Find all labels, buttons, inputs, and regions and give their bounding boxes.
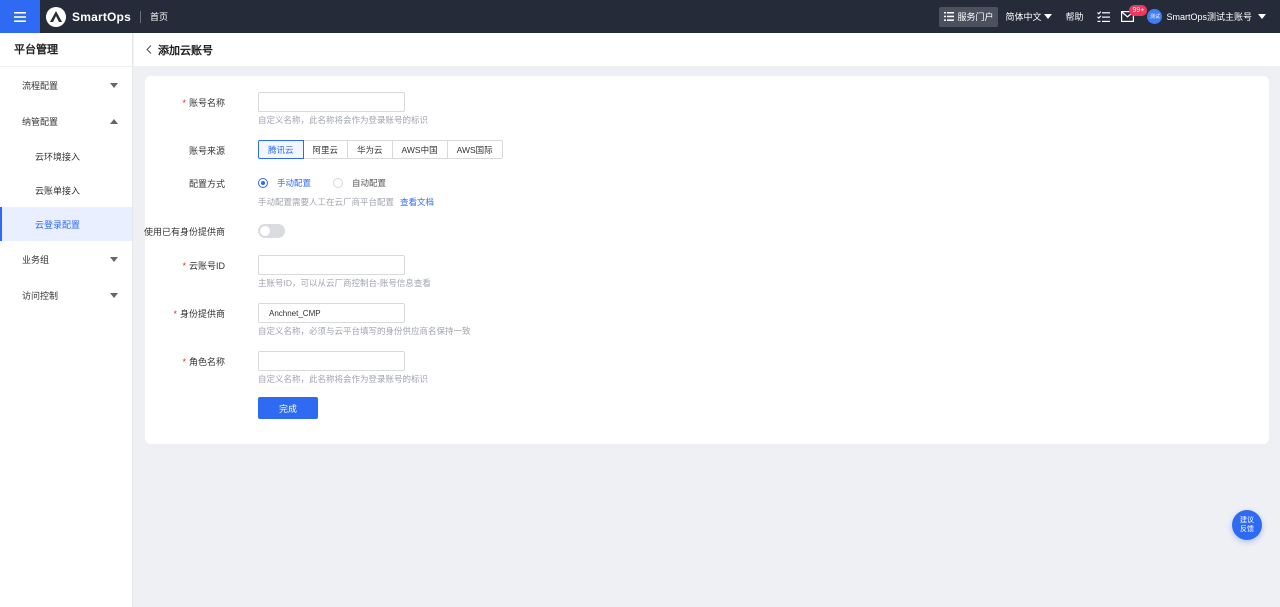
- divider: [139, 10, 141, 23]
- brand-name: SmartOps: [72, 9, 131, 24]
- chevron-down-icon: [110, 256, 118, 262]
- sidebar-group-label: 访问控制: [22, 290, 59, 301]
- task-list-button[interactable]: [1097, 10, 1111, 23]
- account-source-label: 账号来源: [188, 146, 225, 156]
- brand-logo[interactable]: SmartOps: [46, 6, 131, 27]
- menu-toggle-button[interactable]: [0, 0, 40, 33]
- required-marker: *: [173, 309, 177, 319]
- chevron-left-icon: [146, 45, 152, 54]
- caret-down-icon: [1044, 14, 1053, 19]
- view-docs-link[interactable]: 查看文档: [400, 197, 434, 207]
- smartops-logo-icon: [46, 6, 66, 27]
- checklist-icon: [1097, 10, 1111, 22]
- role-name-label: * 角色名称: [182, 357, 225, 367]
- account-source-segmented: 腾讯云 阿里云 华为云 AWS中国 AWS国际: [258, 140, 503, 159]
- source-option-aliyun[interactable]: 阿里云: [302, 140, 349, 159]
- sidebar-group-label: 业务组: [22, 254, 50, 265]
- language-selector[interactable]: 简体中文: [1005, 10, 1053, 23]
- page-title: 添加云账号: [158, 44, 213, 57]
- form-card: * 账号名称 自定义名称，此名称将会作为登录账号的标识 账号来源 腾讯云 阿里云 …: [143, 76, 1269, 444]
- sidebar-group-business-group[interactable]: 业务组: [0, 241, 132, 277]
- account-name-label: * 账号名称: [182, 98, 225, 108]
- source-option-tencent[interactable]: 腾讯云: [258, 140, 304, 159]
- user-menu[interactable]: 测试 SmartOps测试主账号: [1147, 9, 1266, 24]
- sidebar-item-cloud-login-config[interactable]: 云登录配置: [0, 207, 132, 241]
- identity-provider-hint: 自定义名称，必须与云平台填写的身份供应商名保持一致: [258, 326, 471, 336]
- radio-label: 手动配置: [277, 178, 312, 188]
- account-name-hint: 自定义名称，此名称将会作为登录账号的标识: [258, 115, 429, 125]
- sidebar-item-cloud-billing-access[interactable]: 云账单接入: [0, 173, 132, 207]
- config-method-hint: 手动配置需要人工在云厂商平台配置 查看文档: [258, 197, 435, 207]
- finish-button[interactable]: 完成: [258, 397, 318, 419]
- required-marker: *: [182, 98, 186, 108]
- home-link[interactable]: 首页: [150, 10, 168, 23]
- use-existing-idp-label: 使用已有身份提供商: [143, 227, 225, 237]
- required-marker: *: [182, 357, 186, 367]
- back-button[interactable]: [146, 45, 152, 54]
- unread-count-badge: 99+: [1129, 5, 1148, 16]
- service-portal-label: 服务门户: [957, 12, 994, 22]
- config-method-label: 配置方式: [188, 179, 225, 189]
- sidebar-item-label: 云账单接入: [35, 185, 81, 196]
- radio-label: 自动配置: [352, 178, 387, 188]
- avatar: 测试: [1147, 9, 1163, 24]
- sidebar-item-cloud-env-access[interactable]: 云环境接入: [0, 139, 132, 173]
- feedback-label: 建议 反馈: [1240, 517, 1254, 533]
- sidebar-group-access-control[interactable]: 访问控制: [0, 277, 132, 313]
- radio-manual-config[interactable]: 手动配置: [258, 177, 311, 189]
- sidebar-title: 平台管理: [0, 33, 132, 67]
- role-name-hint: 自定义名称，此名称将会作为登录账号的标识: [258, 374, 429, 384]
- page-header: 添加云账号: [134, 33, 1280, 66]
- identity-provider-label: * 身份提供商: [173, 309, 225, 319]
- language-label: 简体中文: [1005, 12, 1042, 22]
- sidebar-group-label: 纳管配置: [22, 116, 59, 127]
- radio-auto-config[interactable]: 自动配置: [333, 177, 386, 189]
- messages-button[interactable]: 99+: [1121, 5, 1148, 22]
- chevron-down-icon: [110, 292, 118, 298]
- sidebar-item-label: 云环境接入: [35, 151, 81, 162]
- user-name: SmartOps测试主账号: [1166, 12, 1252, 22]
- chevron-down-icon: [110, 82, 118, 88]
- role-name-input[interactable]: [258, 351, 405, 371]
- service-portal-button[interactable]: 服务门户: [939, 6, 999, 27]
- required-marker: *: [182, 261, 186, 271]
- toggle-knob: [260, 226, 270, 236]
- source-option-aws-china[interactable]: AWS中国: [391, 140, 448, 159]
- use-existing-idp-toggle[interactable]: [258, 224, 285, 238]
- sidebar-item-label: 云登录配置: [35, 219, 81, 230]
- chevron-up-icon: [110, 118, 118, 124]
- feedback-float-button[interactable]: 建议 反馈: [1232, 510, 1262, 540]
- hamburger-menu-icon: [14, 11, 26, 22]
- caret-down-icon: [1258, 14, 1266, 19]
- account-name-input[interactable]: [258, 92, 405, 112]
- cloud-account-id-hint: 主账号ID，可以从云厂商控制台-账号信息查看: [258, 278, 431, 288]
- config-method-radio-group: 手动配置 自动配置: [258, 177, 408, 189]
- sidebar: 平台管理 流程配置 纳管配置 云环境接入 云账单接入 云登录配置 业务组 访问控…: [0, 33, 133, 607]
- sidebar-group-process-config[interactable]: 流程配置: [0, 67, 132, 103]
- top-navigation-bar: SmartOps 首页 服务门户 简体中文 帮助 99+ 测试 SmartOps…: [0, 0, 1280, 33]
- source-option-aws-global[interactable]: AWS国际: [446, 140, 503, 159]
- cloud-account-id-input[interactable]: [258, 255, 405, 275]
- source-option-huawei[interactable]: 华为云: [347, 140, 393, 159]
- list-icon: [944, 12, 955, 21]
- identity-provider-input[interactable]: [258, 303, 405, 323]
- cloud-account-id-label: * 云账号ID: [182, 261, 225, 271]
- sidebar-group-managed-config[interactable]: 纳管配置: [0, 103, 132, 139]
- sidebar-group-label: 流程配置: [22, 80, 59, 91]
- radio-checked-icon: [258, 178, 268, 188]
- radio-unchecked-icon: [333, 178, 344, 188]
- help-link[interactable]: 帮助: [1065, 10, 1083, 23]
- top-right-toolbar: 服务门户 简体中文 帮助 99+ 测试 SmartOps测试主账号: [939, 0, 1280, 33]
